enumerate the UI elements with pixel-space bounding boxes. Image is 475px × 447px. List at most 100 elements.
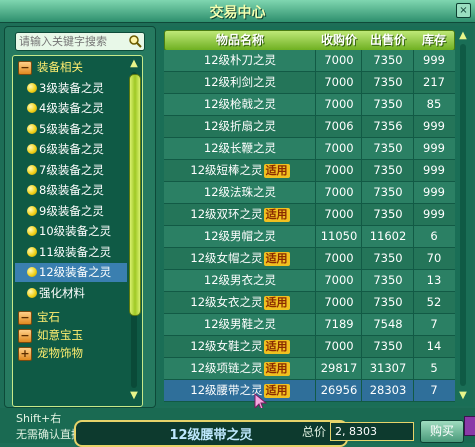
close-button[interactable]: × (456, 3, 471, 18)
table-row[interactable]: 12级女帽之灵 适用 7000 7350 70 (164, 248, 455, 270)
category-item[interactable]: 12级装备之灵 (15, 263, 127, 282)
column-divider (413, 336, 414, 357)
cell-stock: 7 (430, 383, 438, 397)
column-divider (361, 226, 362, 247)
corner-tab[interactable] (464, 416, 475, 436)
category-item[interactable]: + 宠物饰物 (15, 344, 127, 363)
table-row[interactable]: 12级男鞋之灵 7189 7548 7 (164, 314, 455, 336)
cell-item-name: 12级法珠之灵 (164, 182, 316, 203)
price-field[interactable]: 2, 8303 (330, 422, 414, 441)
category-scrollbar[interactable]: ▲ ▼ (128, 58, 141, 402)
header-item-name[interactable]: 物品名称 (165, 31, 315, 50)
table-row[interactable]: 12级枪戟之灵 7000 7350 85 (164, 94, 455, 116)
scroll-thumb[interactable] (129, 74, 141, 316)
table-row[interactable]: 12级男帽之灵 11050 11602 6 (164, 226, 455, 248)
category-item[interactable]: 8级装备之灵 (15, 181, 127, 200)
table-row[interactable]: 12级男衣之灵 7000 7350 13 (164, 270, 455, 292)
category-item[interactable]: 6级装备之灵 (15, 140, 127, 159)
column-divider (361, 358, 362, 379)
item-name-text: 12级朴刀之灵 (203, 53, 277, 67)
plus-box-icon: + (18, 347, 32, 361)
cell-stock: 5 (430, 361, 438, 375)
category-label: 11级装备之灵 (39, 244, 112, 259)
column-divider (361, 248, 362, 269)
cell-buy: 29817 (320, 361, 358, 375)
category-item[interactable]: 5级装备之灵 (15, 120, 127, 139)
item-name-text: 12级男衣之灵 (203, 273, 277, 287)
buy-button[interactable]: 购买 (420, 420, 464, 443)
category-item[interactable]: 9级装备之灵 (15, 202, 127, 221)
cell-item-name: 12级腰带之灵 适用 (164, 380, 316, 401)
price-label: 总价 (302, 425, 327, 439)
cell-sell: 7350 (373, 207, 403, 221)
cell-item-name: 12级利剑之灵 (164, 72, 316, 93)
cell-item-name: 12级女衣之灵 适用 (164, 292, 316, 313)
column-divider (315, 50, 316, 71)
yellow-dot-icon (27, 287, 37, 298)
header-sell-price[interactable]: 出售价 (363, 31, 413, 50)
category-label: 7级装备之灵 (39, 162, 104, 177)
table-row[interactable]: 12级女衣之灵 适用 7000 7350 52 (164, 292, 455, 314)
yellow-dot-icon (27, 123, 37, 134)
table-scrollbar[interactable]: ▲ ▼ (457, 30, 469, 402)
column-divider (315, 72, 316, 93)
category-item[interactable]: 11级装备之灵 (15, 243, 127, 262)
category-item[interactable]: 3级装备之灵 (15, 79, 127, 98)
column-divider (315, 380, 316, 401)
search-input[interactable] (19, 34, 119, 48)
cell-buy: 7189 (324, 317, 354, 331)
column-divider (361, 72, 362, 93)
item-name-text: 12级法珠之灵 (203, 185, 277, 199)
table-row[interactable]: 12级法珠之灵 7000 7350 999 (164, 182, 455, 204)
yellow-dot-icon (27, 82, 37, 93)
cell-buy: 7000 (324, 53, 354, 67)
scroll-up-icon[interactable]: ▲ (457, 30, 469, 42)
table-row[interactable]: 12级折扇之灵 7006 7356 999 (164, 116, 455, 138)
table-row[interactable]: 12级朴刀之灵 7000 7350 999 (164, 50, 455, 72)
table-row[interactable]: 12级女鞋之灵 适用 7000 7350 14 (164, 336, 455, 358)
header-stock[interactable]: 库存 (415, 31, 453, 50)
cell-stock: 999 (423, 119, 445, 133)
search-icon[interactable] (128, 34, 142, 48)
cell-sell: 7350 (373, 273, 403, 287)
category-item[interactable]: − 宝石 (15, 308, 127, 327)
scroll-down-icon[interactable]: ▼ (457, 390, 469, 402)
category-label: 强化材料 (39, 285, 85, 300)
category-item[interactable]: − 如意宝玉 (15, 326, 127, 345)
item-name-text: 12级女衣之灵 (190, 295, 263, 309)
cell-stock: 52 (426, 295, 442, 309)
table-row[interactable]: 12级项链之灵 适用 29817 31307 5 (164, 358, 455, 380)
cell-stock: 13 (426, 273, 442, 287)
category-item[interactable]: 7级装备之灵 (15, 161, 127, 180)
category-item[interactable]: − 装备相关 (15, 58, 127, 77)
cell-sell: 7350 (373, 97, 403, 111)
category-item[interactable]: 4级装备之灵 (15, 99, 127, 118)
table-row[interactable]: 12级利剑之灵 7000 7350 217 (164, 72, 455, 94)
cell-buy: 11050 (320, 229, 358, 243)
column-divider (361, 138, 362, 159)
table-row[interactable]: 12级双环之灵 适用 7000 7350 999 (164, 204, 455, 226)
scroll-up-icon[interactable]: ▲ (128, 58, 140, 70)
table-row[interactable]: 12级长鞭之灵 7000 7350 999 (164, 138, 455, 160)
hint-text-1: Shift+右 (16, 412, 62, 425)
category-item[interactable]: 10级装备之灵 (15, 222, 127, 241)
scroll-down-icon[interactable]: ▼ (128, 390, 140, 402)
applicable-badge: 适用 (263, 362, 290, 376)
table-row[interactable]: 12级短棒之灵 适用 7000 7350 999 (164, 160, 455, 182)
yellow-dot-icon (27, 246, 37, 257)
yellow-dot-icon (27, 103, 37, 113)
table-row[interactable]: 12级腰带之灵 适用 26956 28303 7 (164, 380, 455, 402)
header-buy-price[interactable]: 收购价 (317, 31, 361, 50)
cell-sell: 28303 (369, 383, 407, 397)
cell-item-name: 12级女鞋之灵 适用 (164, 336, 316, 357)
cell-buy: 7000 (324, 75, 354, 89)
applicable-badge: 适用 (263, 252, 290, 266)
item-name-text: 12级短棒之灵 (190, 163, 263, 177)
item-name-text: 12级男帽之灵 (203, 229, 277, 243)
cell-buy: 7000 (324, 163, 354, 177)
category-item[interactable]: 强化材料 (15, 284, 127, 303)
column-divider (315, 292, 316, 313)
column-divider (361, 50, 362, 71)
scroll-track[interactable] (460, 44, 466, 386)
applicable-badge: 适用 (263, 208, 290, 222)
